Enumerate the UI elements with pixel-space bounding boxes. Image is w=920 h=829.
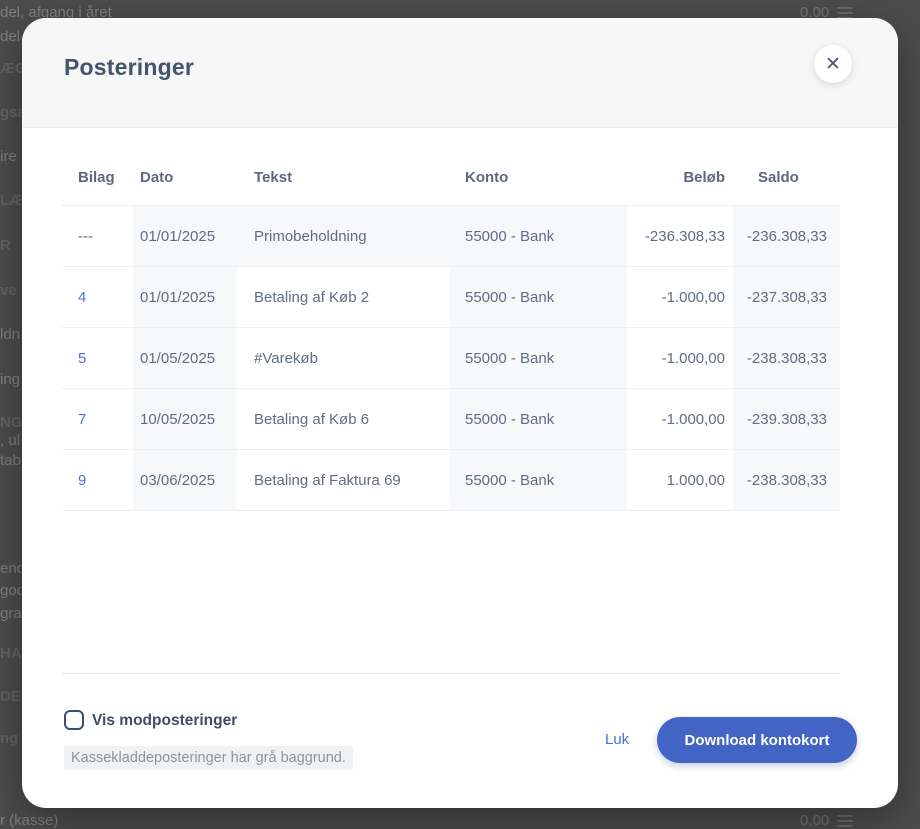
tekst-cell: #Varekøb <box>254 349 318 367</box>
postings-table: Bilag Dato Tekst Konto Beløb Saldo --- 0… <box>62 150 840 511</box>
posteringer-modal: Posteringer ✕ Bilag Dato Tekst Konto Bel… <box>22 18 898 808</box>
konto-cell: 55000 - Bank <box>450 206 627 266</box>
backdrop-fragment: del <box>0 28 21 45</box>
column-header-belob: Beløb <box>683 169 725 186</box>
bilag-link[interactable]: 4 <box>78 289 86 306</box>
table-row: 9 03/06/2025 Betaling af Faktura 69 5500… <box>62 450 840 511</box>
download-kontokort-button[interactable]: Download kontokort <box>657 717 857 763</box>
belob-cell: -236.308,33 <box>644 227 725 245</box>
vis-modposteringer-checkbox[interactable] <box>64 710 84 730</box>
kassekladde-note: Kassekladdeposteringer har grå baggrund. <box>64 746 353 770</box>
table-row: 4 01/01/2025 Betaling af Køb 2 55000 - B… <box>62 267 840 328</box>
close-button[interactable]: ✕ <box>814 45 852 83</box>
belob-cell: -1.000,00 <box>661 349 725 367</box>
modal-header: Posteringer ✕ <box>22 18 898 128</box>
dato-cell: 01/05/2025 <box>133 328 237 388</box>
backdrop-fragment: HA <box>0 645 22 662</box>
table-header-row: Bilag Dato Tekst Konto Beløb Saldo <box>62 150 840 206</box>
footer-divider <box>62 673 840 674</box>
saldo-cell: -237.308,33 <box>733 267 840 327</box>
dato-cell: 01/01/2025 <box>133 267 237 327</box>
bilag-link[interactable]: 9 <box>78 472 86 489</box>
close-icon: ✕ <box>825 53 841 75</box>
saldo-cell: -239.308,33 <box>733 389 840 449</box>
bilag-cell: 4 <box>62 267 133 327</box>
column-header-dato: Dato <box>140 169 174 186</box>
backdrop-fragment: ng <box>0 730 19 747</box>
bilag-link[interactable]: 5 <box>78 350 86 367</box>
saldo-cell: -238.308,33 <box>733 328 840 388</box>
tekst-cell: Betaling af Køb 6 <box>254 410 370 428</box>
list-icon <box>837 815 853 827</box>
backdrop-fragment: ire <box>0 148 17 165</box>
belob-cell: -1.000,00 <box>661 410 725 428</box>
backdrop-fragment: tab <box>0 452 21 469</box>
backdrop-fragment: ing <box>0 371 21 388</box>
backdrop-fragment: gra <box>0 605 22 622</box>
column-header-saldo: Saldo <box>758 169 799 186</box>
bilag-link[interactable]: 7 <box>78 411 86 428</box>
konto-cell: 55000 - Bank <box>450 328 627 388</box>
bilag-cell: 7 <box>62 389 133 449</box>
backdrop-fragment: R <box>0 237 11 254</box>
konto-cell: 55000 - Bank <box>450 389 627 449</box>
belob-cell: -1.000,00 <box>661 288 725 306</box>
backdrop-fragment: ldn <box>0 326 21 343</box>
belob-cell: 1.000,00 <box>666 471 725 489</box>
bilag-cell: 5 <box>62 328 133 388</box>
table-row: --- 01/01/2025 Primobeholdning 55000 - B… <box>62 206 840 267</box>
backdrop-bottom-value: 0,00 <box>800 812 830 829</box>
luk-link[interactable]: Luk <box>605 731 629 748</box>
table-row: 7 10/05/2025 Betaling af Køb 6 55000 - B… <box>62 389 840 450</box>
column-header-tekst: Tekst <box>254 169 293 186</box>
backdrop-fragment: ve <box>0 282 17 299</box>
backdrop-fragment: , ul <box>0 432 21 449</box>
konto-cell: 55000 - Bank <box>450 267 627 327</box>
bilag-cell: --- <box>78 227 93 245</box>
tekst-cell: Primobeholdning <box>237 206 450 266</box>
column-header-konto: Konto <box>465 169 509 186</box>
column-header-bilag: Bilag <box>78 169 115 186</box>
tekst-cell: Betaling af Faktura 69 <box>254 471 401 489</box>
backdrop-fragment: LÆ <box>0 192 25 209</box>
table-row: 5 01/05/2025 #Varekøb 55000 - Bank -1.00… <box>62 328 840 389</box>
dato-cell: 10/05/2025 <box>133 389 237 449</box>
backdrop-bottom-text: r (kasse) <box>0 812 59 829</box>
dato-cell: 03/06/2025 <box>133 450 237 510</box>
modal-title: Posteringer <box>64 54 195 80</box>
saldo-cell: -236.308,33 <box>733 206 840 266</box>
backdrop-fragment: NG <box>0 414 23 431</box>
konto-cell: 55000 - Bank <box>450 450 627 510</box>
saldo-cell: -238.308,33 <box>733 450 840 510</box>
tekst-cell: Betaling af Køb 2 <box>254 288 370 306</box>
vis-modposteringer-label[interactable]: Vis modposteringer <box>92 712 237 730</box>
bilag-cell: 9 <box>62 450 133 510</box>
dato-cell: 01/01/2025 <box>133 206 237 266</box>
